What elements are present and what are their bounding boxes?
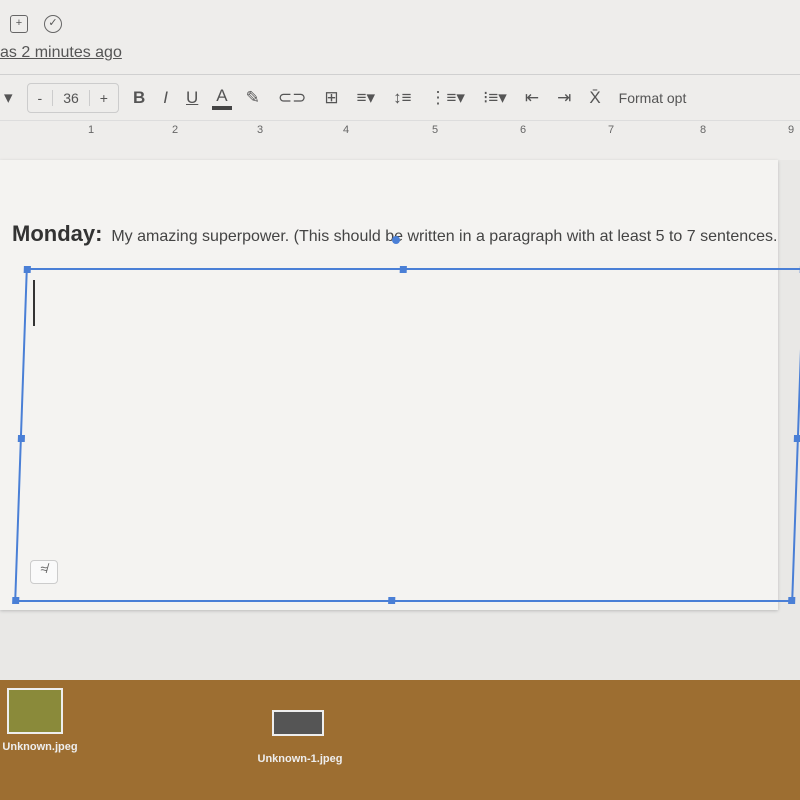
line-spacing-icon[interactable]: ↕≡ bbox=[389, 88, 415, 108]
bulleted-list-icon[interactable]: ⁝≡▾ bbox=[479, 88, 511, 108]
numbered-list-icon[interactable]: ⋮≡▾ bbox=[426, 88, 469, 108]
image-thumbnail[interactable] bbox=[272, 710, 324, 736]
resize-handle[interactable] bbox=[17, 435, 25, 442]
resize-handle[interactable] bbox=[399, 266, 407, 273]
increase-font-button[interactable]: + bbox=[90, 90, 118, 106]
move-folder-icon[interactable]: + bbox=[10, 15, 28, 33]
format-options-button[interactable]: Format opt bbox=[615, 90, 691, 106]
desktop-file-label[interactable]: Unknown-1.jpeg bbox=[250, 753, 350, 765]
resize-handle[interactable] bbox=[793, 435, 800, 442]
image-thumbnail[interactable] bbox=[7, 688, 63, 734]
ruler-mark: 2 bbox=[172, 124, 179, 136]
wrap-options-icon[interactable]: ≉ bbox=[30, 560, 58, 584]
decrease-font-button[interactable]: - bbox=[28, 90, 54, 106]
ruler-mark: 3 bbox=[257, 124, 264, 136]
ruler-mark: 4 bbox=[343, 124, 350, 136]
toolbar: ▾ - 36 + B I U A ✎ ⊂⊃ ⊞ ≡▾ ↕≡ ⋮≡▾ ⁝≡▾ ⇤ … bbox=[0, 74, 800, 121]
resize-handle[interactable] bbox=[388, 597, 396, 604]
increase-indent-icon[interactable]: ⇥ bbox=[553, 88, 575, 108]
align-icon[interactable]: ≡▾ bbox=[353, 88, 379, 108]
text-color-button[interactable]: A bbox=[212, 86, 232, 110]
font-size-input[interactable]: 36 bbox=[53, 90, 90, 106]
resize-handle[interactable] bbox=[23, 266, 31, 273]
font-dropdown-arrow-icon[interactable]: ▾ bbox=[0, 88, 17, 108]
text-box[interactable] bbox=[12, 266, 800, 604]
ruler[interactable]: 1 2 3 4 5 6 7 8 9 bbox=[0, 120, 800, 141]
ruler-mark: 5 bbox=[432, 124, 439, 136]
last-edit-link[interactable]: as 2 minutes ago bbox=[0, 44, 122, 62]
decrease-indent-icon[interactable]: ⇤ bbox=[521, 88, 543, 108]
text-cursor bbox=[33, 280, 35, 326]
ruler-mark: 7 bbox=[608, 124, 615, 136]
bold-button[interactable]: B bbox=[129, 88, 149, 108]
italic-button[interactable]: I bbox=[159, 88, 172, 108]
cloud-status-icon[interactable]: ✓ bbox=[44, 15, 62, 33]
comment-icon[interactable]: ⊞ bbox=[320, 88, 342, 108]
ruler-mark: 9 bbox=[788, 124, 795, 136]
ruler-mark: 6 bbox=[520, 124, 527, 136]
rotate-handle[interactable] bbox=[392, 236, 400, 244]
ruler-mark: 8 bbox=[700, 124, 707, 136]
clear-formatting-icon[interactable]: X̄ bbox=[585, 88, 604, 108]
resize-handle[interactable] bbox=[12, 597, 20, 604]
font-size-control: - 36 + bbox=[26, 83, 119, 113]
highlight-icon[interactable]: ✎ bbox=[242, 88, 264, 108]
assignment-prompt: Monday: My amazing superpower. (This sho… bbox=[12, 215, 782, 252]
resize-handle[interactable] bbox=[788, 597, 796, 604]
desktop bbox=[0, 680, 800, 800]
ruler-mark: 1 bbox=[88, 124, 95, 136]
prompt-heading: Monday: bbox=[12, 221, 103, 246]
link-icon[interactable]: ⊂⊃ bbox=[274, 88, 311, 108]
desktop-file-label[interactable]: Unknown.jpeg bbox=[0, 741, 80, 753]
prompt-text: My amazing superpower. (This should be w… bbox=[111, 228, 778, 245]
underline-button[interactable]: U bbox=[182, 88, 202, 108]
